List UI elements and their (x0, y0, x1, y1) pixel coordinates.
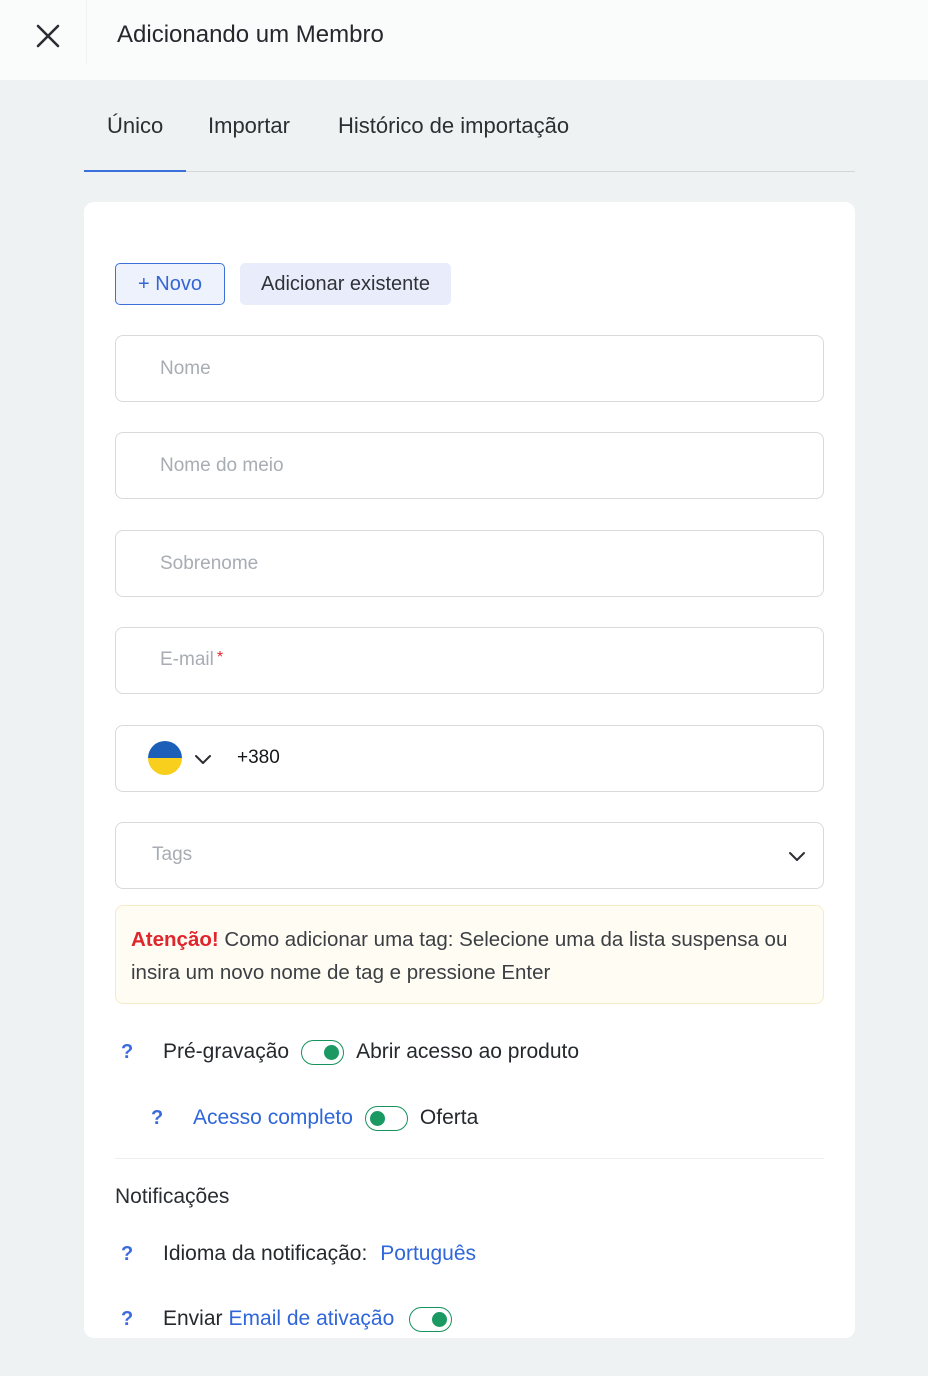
first-name-input[interactable] (116, 336, 823, 401)
page-title: Adicionando um Membro (117, 21, 384, 48)
email-placeholder: E-mail * (160, 649, 223, 671)
tab-importar[interactable]: Importar (208, 112, 290, 140)
member-form-card: + Novo Adicionar existente E-mail* +380 … (84, 202, 855, 1338)
pre-recording-label: Pré-gravação (163, 1040, 290, 1063)
help-icon[interactable]: ? (121, 1308, 163, 1331)
open-access-label: Abrir acesso ao produto (356, 1040, 580, 1063)
top-bar: Adicionando um Membro (0, 0, 928, 80)
offer-label: Oferta (419, 1106, 479, 1129)
tags-placeholder: Tags (152, 844, 193, 865)
tab-unico[interactable]: Único (107, 112, 163, 140)
email-field[interactable]: E-mail * (115, 627, 824, 694)
full-access-offer-toggle[interactable] (364, 1105, 408, 1131)
add-existing-button[interactable]: Adicionar existente (240, 263, 451, 305)
notification-language-row: ? Idioma da notificação: Português (121, 1238, 476, 1270)
chevron-down-icon[interactable] (785, 844, 809, 868)
pre-recording-toggle[interactable] (301, 1039, 345, 1065)
activation-email-link[interactable]: Email de ativação (229, 1307, 395, 1331)
full-access-row: ? Acesso completo Oferta (151, 1102, 478, 1134)
required-mark: * (216, 649, 224, 666)
notification-language-label: Idioma da notificação: (163, 1242, 368, 1265)
help-icon[interactable]: ? (121, 1243, 163, 1266)
new-member-button[interactable]: + Novo (115, 263, 225, 305)
send-label: Enviar (163, 1307, 223, 1330)
section-divider (115, 1158, 824, 1159)
tab-historico-importacao[interactable]: Histórico de importação (338, 112, 569, 140)
topbar-divider (86, 0, 87, 64)
alert-warning-label: Atenção! (131, 928, 219, 951)
phone-code: +380 (237, 747, 280, 768)
notification-language-select[interactable]: Português (380, 1242, 476, 1266)
tags-select[interactable]: Tags (115, 822, 824, 889)
middle-name-field (115, 432, 824, 499)
ukraine-flag-icon[interactable] (148, 741, 182, 775)
last-name-field (115, 530, 824, 597)
email-placeholder-text: E-mail (160, 649, 214, 670)
alert-text: Como adicionar uma tag: Selecione uma da… (131, 928, 788, 984)
close-icon[interactable] (30, 18, 66, 54)
pre-recording-row: ? Pré-gravação Abrir acesso ao produto (121, 1036, 579, 1068)
activation-email-row: ? Enviar Email de ativação (121, 1303, 464, 1335)
phone-field[interactable]: +380 (115, 725, 824, 792)
middle-name-input[interactable] (116, 433, 823, 498)
full-access-link[interactable]: Acesso completo (193, 1106, 353, 1130)
last-name-input[interactable] (116, 531, 823, 596)
activation-email-toggle[interactable] (409, 1306, 453, 1332)
tabs-bar: Único Importar Histórico de importação (84, 100, 855, 172)
help-icon[interactable]: ? (121, 1041, 163, 1064)
chevron-down-icon[interactable] (192, 748, 214, 770)
help-icon[interactable]: ? (151, 1107, 193, 1130)
first-name-field (115, 335, 824, 402)
notifications-title: Notificações (115, 1185, 230, 1208)
tag-hint-alert: Atenção! Como adicionar uma tag: Selecio… (115, 905, 824, 1004)
active-tab-indicator (84, 170, 186, 172)
